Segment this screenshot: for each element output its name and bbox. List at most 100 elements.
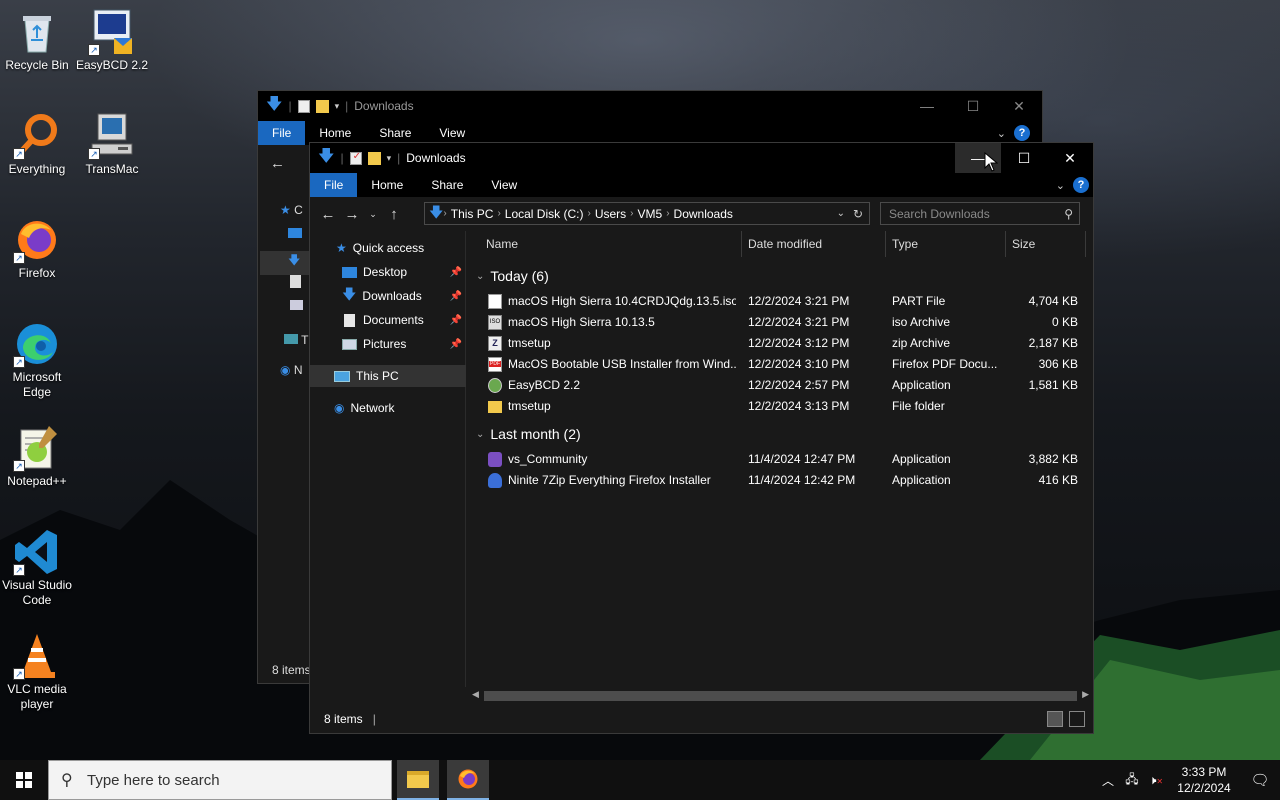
search-input[interactable]: Search Downloads xyxy=(889,207,990,221)
recent-locations-icon[interactable]: ⌄ xyxy=(364,209,382,220)
back-button[interactable]: ← xyxy=(316,206,340,223)
address-bar[interactable]: 🡇 › This PC › Local Disk (C:) › Users › … xyxy=(424,202,870,225)
column-name[interactable]: Name xyxy=(480,231,742,257)
file-row[interactable]: ISO macOS High Sierra 10.13.5 12/2/2024 … xyxy=(468,312,1085,333)
scrollbar-thumb[interactable] xyxy=(484,691,1077,701)
search-box[interactable]: Search Downloads ⚲ xyxy=(880,202,1080,225)
explorer-window[interactable]: 🡇 | ✓ ▾ | Downloads — ☐ ✕ File Home Shar… xyxy=(309,142,1094,734)
horizontal-scrollbar[interactable]: ◀ ▶ xyxy=(468,687,1093,703)
tab-home[interactable]: Home xyxy=(357,173,417,197)
file-row[interactable]: EasyBCD 2.2 12/2/2024 2:57 PM Applicatio… xyxy=(468,375,1085,396)
taskbar-search-input[interactable]: Type here to search xyxy=(87,772,220,789)
breadcrumb-user[interactable]: VM5 xyxy=(638,207,663,221)
help-icon[interactable]: ? xyxy=(1014,125,1030,141)
tab-file[interactable]: File xyxy=(258,121,306,145)
pin-icon[interactable]: 📌 xyxy=(450,291,462,302)
network-status-icon[interactable]: 🖧 xyxy=(1120,770,1144,791)
taskbar-file-explorer[interactable] xyxy=(397,760,439,800)
desktop-icon-label: Microsoft Edge xyxy=(12,370,62,399)
nav-network[interactable]: ◉ Network xyxy=(310,397,466,419)
start-button[interactable] xyxy=(0,760,48,800)
chevron-up-icon[interactable]: ︿ xyxy=(1096,772,1120,789)
nav-downloads[interactable]: 🡇 Downloads 📌 xyxy=(310,285,466,307)
windows-logo-icon xyxy=(16,772,32,788)
status-item-count: 8 items xyxy=(324,712,363,726)
desktop-icon-everything[interactable]: ↗ Everything xyxy=(0,112,74,177)
scroll-right-icon[interactable]: ▶ xyxy=(1082,689,1089,700)
up-button[interactable]: ↑ xyxy=(382,206,406,223)
group-header-last-month[interactable]: ⌄ Last month (2) xyxy=(476,423,581,445)
refresh-icon[interactable]: ↻ xyxy=(853,207,863,221)
folder-icon[interactable] xyxy=(315,99,329,113)
file-row[interactable]: Ninite 7Zip Everything Firefox Installer… xyxy=(468,470,1085,491)
nav-documents[interactable]: Documents 📌 xyxy=(310,309,466,331)
help-icon[interactable]: ? xyxy=(1073,177,1089,193)
desktop-icon-recycle-bin[interactable]: Recycle Bin xyxy=(0,8,74,73)
file-row[interactable]: Z tmsetup 12/2/2024 3:12 PM zip Archive … xyxy=(468,333,1085,354)
chevron-down-icon: ⌄ xyxy=(476,270,485,282)
column-date-modified[interactable]: Date modified xyxy=(742,231,886,257)
nav-desktop[interactable]: Desktop 📌 xyxy=(310,261,466,283)
desktop-icon-firefox[interactable]: ↗ Firefox xyxy=(0,216,74,281)
tab-view[interactable]: View xyxy=(477,173,531,197)
desktop-icon-easybcd[interactable]: ↗ EasyBCD 2.2 xyxy=(75,8,149,73)
minimize-button[interactable]: — xyxy=(904,91,950,121)
breadcrumb-users[interactable]: Users xyxy=(595,207,626,221)
computer-icon xyxy=(334,370,350,382)
visual-studio-code-icon: ↗ xyxy=(13,528,61,576)
column-size[interactable]: Size xyxy=(1006,231,1086,257)
back-arrow-icon[interactable]: ← xyxy=(270,155,285,172)
tab-share[interactable]: Share xyxy=(417,173,477,197)
taskbar-firefox[interactable] xyxy=(447,760,489,800)
chevron-down-icon[interactable]: ▾ xyxy=(335,101,340,112)
file-row[interactable]: tmsetup 12/2/2024 3:13 PM File folder xyxy=(468,396,1085,417)
maximize-button[interactable]: ☐ xyxy=(1001,143,1047,173)
expand-ribbon-icon[interactable]: ⌄ xyxy=(997,127,1006,140)
address-dropdown-icon[interactable]: ⌄ xyxy=(837,208,845,219)
desktop-icon-edge[interactable]: ↗ Microsoft Edge xyxy=(0,320,74,400)
file-row[interactable]: macOS High Sierra 10.4CRDJQdg.13.5.iso..… xyxy=(468,291,1085,312)
properties-icon[interactable]: ✓ xyxy=(349,151,362,165)
clock[interactable]: 3:33 PM 12/2/2024 xyxy=(1168,764,1240,796)
chevron-down-icon[interactable]: ▾ xyxy=(387,153,392,164)
taskbar-search-box[interactable]: ⚲ Type here to search xyxy=(48,760,392,800)
forward-button[interactable]: → xyxy=(340,206,364,223)
pin-icon[interactable]: 📌 xyxy=(450,315,462,326)
mouse-cursor xyxy=(984,151,999,175)
title-bar[interactable]: 🡇 | ✓ ▾ | Downloads — ☐ ✕ xyxy=(310,143,1093,173)
transmac-icon: ↗ xyxy=(88,112,136,160)
breadcrumb-local-disk[interactable]: Local Disk (C:) xyxy=(505,207,584,221)
file-row[interactable]: PDF MacOS Bootable USB Installer from Wi… xyxy=(468,354,1085,375)
close-button[interactable]: ✕ xyxy=(1047,143,1093,173)
desktop-icon-vlc[interactable]: ↗ VLC media player xyxy=(0,632,74,712)
large-icons-view-icon[interactable] xyxy=(1069,711,1085,727)
search-icon: ⚲ xyxy=(61,772,73,789)
desktop-icon-label: Notepad++ xyxy=(7,474,67,488)
volume-muted-icon[interactable]: 🕨✕ xyxy=(1144,773,1168,788)
scroll-left-icon[interactable]: ◀ xyxy=(472,689,479,700)
desktop-icon-vscode[interactable]: ↗ Visual Studio Code xyxy=(0,528,74,608)
desktop-icon-notepadpp[interactable]: ↗ Notepad++ xyxy=(0,424,74,489)
desktop-icon-transmac[interactable]: ↗ TransMac xyxy=(75,112,149,177)
nav-this-pc[interactable]: This PC xyxy=(310,365,466,387)
new-folder-icon[interactable] xyxy=(367,151,381,165)
nav-quick-access[interactable]: ★ Quick access xyxy=(310,237,466,259)
title-bar[interactable]: 🡇 | ▾ | Downloads — ☐ ✕ xyxy=(258,91,1042,121)
easybcd-icon xyxy=(488,378,502,393)
expand-ribbon-icon[interactable]: ⌄ xyxy=(1056,179,1065,192)
maximize-button[interactable]: ☐ xyxy=(950,91,996,121)
pin-icon[interactable]: 📌 xyxy=(450,267,462,278)
column-type[interactable]: Type xyxy=(886,231,1006,257)
file-row[interactable]: vs_Community 11/4/2024 12:47 PM Applicat… xyxy=(468,449,1085,470)
nav-pictures[interactable]: Pictures 📌 xyxy=(310,333,466,355)
desktop-icon-label: VLC media player xyxy=(7,682,67,711)
group-header-today[interactable]: ⌄ Today (6) xyxy=(476,265,549,287)
pin-icon[interactable]: 📌 xyxy=(450,339,462,350)
notifications-icon[interactable]: 🗨 xyxy=(1240,771,1280,789)
breadcrumb-downloads[interactable]: Downloads xyxy=(674,207,733,221)
properties-icon[interactable] xyxy=(297,99,310,113)
details-view-icon[interactable] xyxy=(1047,711,1063,727)
tab-file[interactable]: File xyxy=(310,173,358,197)
breadcrumb-this-pc[interactable]: This PC xyxy=(451,207,494,221)
close-button[interactable]: ✕ xyxy=(996,91,1042,121)
